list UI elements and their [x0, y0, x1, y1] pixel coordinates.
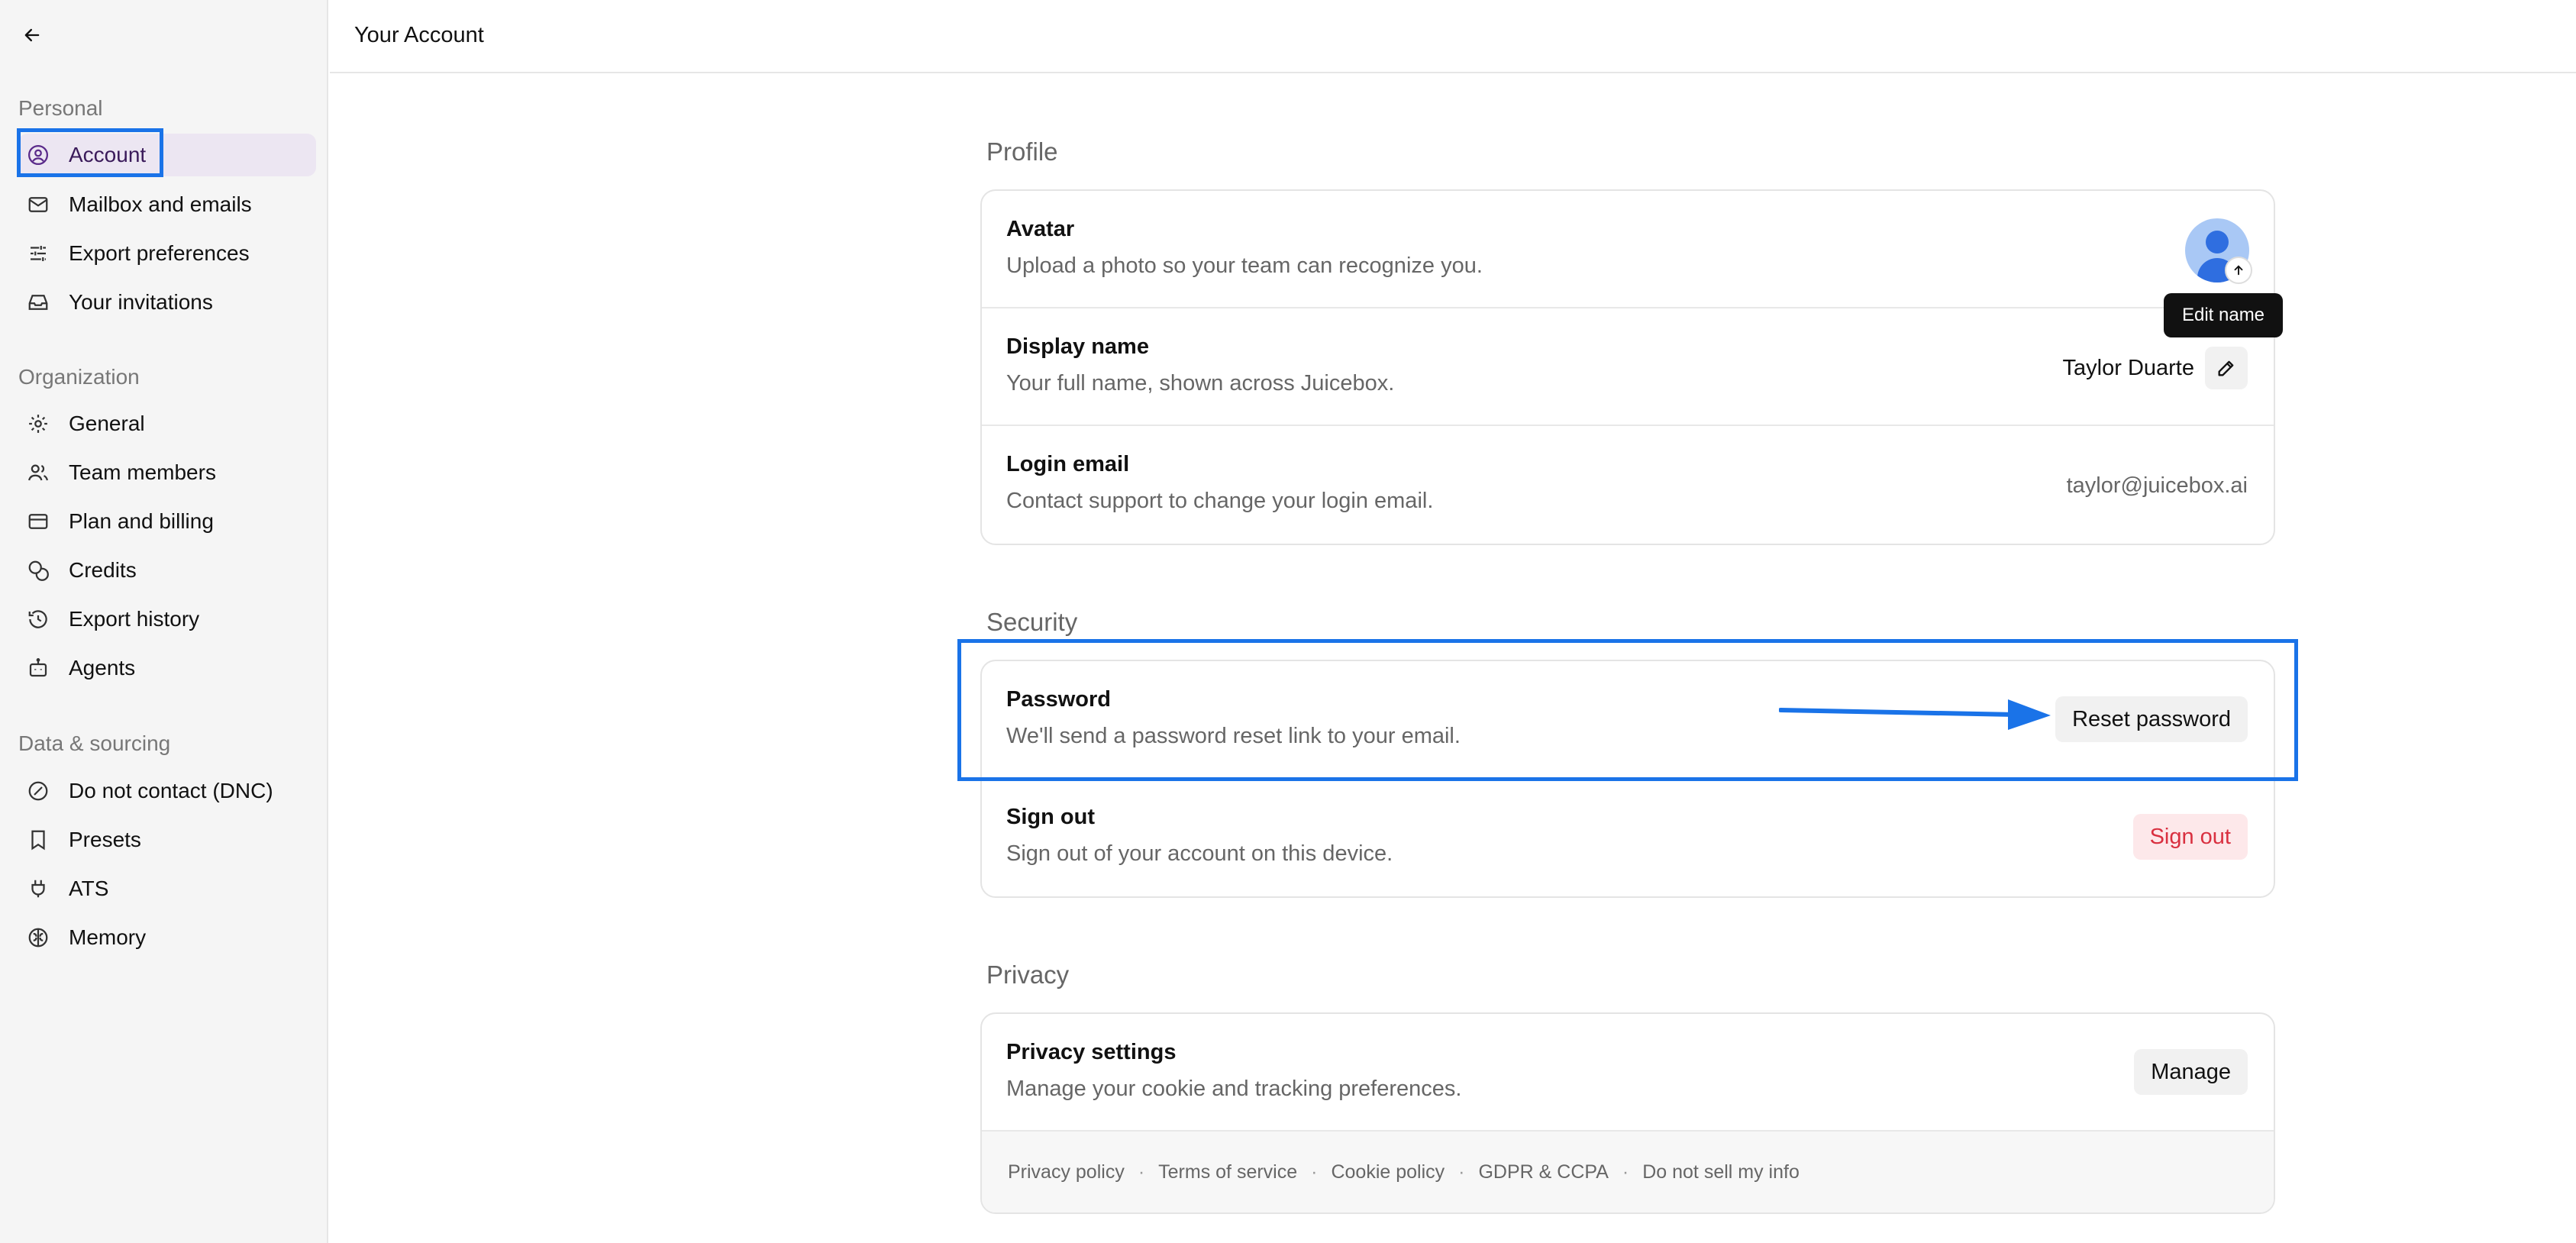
- edit-name-tooltip: Edit name: [2164, 293, 2283, 337]
- security-card: Password We'll send a password reset lin…: [980, 660, 2275, 898]
- plug-icon: [24, 875, 52, 902]
- sidebar-item-credits[interactable]: Credits: [18, 549, 316, 592]
- sidebar-item-team-members[interactable]: Team members: [18, 451, 316, 494]
- sign-out-title: Sign out: [1006, 805, 1095, 829]
- login-email-value: taylor@juicebox.ai: [2066, 473, 2248, 498]
- avatar-row: Avatar Upload a photo so your team can r…: [982, 191, 2274, 308]
- gear-icon: [24, 410, 52, 437]
- privacy-settings-description: Manage your cookie and tracking preferen…: [1006, 1077, 1462, 1101]
- sidebar-item-label: Do not contact (DNC): [69, 779, 273, 802]
- login-email-title: Login email: [1006, 452, 1130, 476]
- manage-privacy-button[interactable]: Manage: [2134, 1049, 2248, 1095]
- privacy-links: Privacy policy · Terms of service · Cook…: [982, 1132, 2274, 1212]
- inbox-icon: [24, 289, 52, 316]
- sign-out-row: Sign out Sign out of your account on thi…: [982, 779, 2274, 896]
- cookie-policy-link[interactable]: Cookie policy: [1331, 1161, 1445, 1183]
- sidebar-item-label: General: [69, 412, 145, 435]
- link-separator: ·: [1311, 1161, 1318, 1183]
- back-button[interactable]: [17, 20, 47, 50]
- sidebar-item-agents[interactable]: Agents: [18, 647, 316, 689]
- security-section-title: Security: [986, 608, 1078, 636]
- sidebar-item-general[interactable]: General: [18, 402, 316, 445]
- sidebar-item-label: Memory: [69, 925, 147, 949]
- sidebar-item-plan-billing[interactable]: Plan and billing: [18, 500, 316, 543]
- edit-name-button[interactable]: [2205, 347, 2248, 389]
- sliders-icon: [24, 240, 52, 267]
- sign-out-button[interactable]: Sign out: [2132, 814, 2248, 860]
- sidebar-item-mailbox[interactable]: Mailbox and emails: [18, 183, 316, 226]
- profile-card: Avatar Upload a photo so your team can r…: [980, 189, 2275, 545]
- link-separator: ·: [1138, 1161, 1145, 1183]
- sidebar-item-presets[interactable]: Presets: [18, 818, 316, 861]
- sidebar-item-invitations[interactable]: Your invitations: [18, 281, 316, 324]
- sidebar-item-label: Export preferences: [69, 241, 250, 265]
- annotation-arrow-icon: [1779, 699, 2051, 730]
- sidebar-item-memory[interactable]: Memory: [18, 916, 316, 959]
- display-name-description: Your full name, shown across Juicebox.: [1006, 371, 1395, 396]
- sidebar-item-label: Mailbox and emails: [69, 192, 252, 216]
- display-name-title: Display name: [1006, 334, 1149, 359]
- bot-icon: [24, 654, 52, 682]
- sign-out-description: Sign out of your account on this device.: [1006, 841, 1393, 866]
- password-title: Password: [1006, 687, 1111, 712]
- coins-icon: [24, 557, 52, 584]
- privacy-settings-title: Privacy settings: [1006, 1040, 1177, 1064]
- sidebar-item-label: Export history: [69, 607, 200, 631]
- users-icon: [24, 459, 52, 486]
- sidebar-item-label: Credits: [69, 558, 137, 582]
- section-label-organization: Organization: [18, 365, 140, 389]
- link-separator: ·: [1622, 1161, 1629, 1183]
- privacy-card: Privacy settings Manage your cookie and …: [980, 1012, 2275, 1214]
- arrow-up-icon: [2234, 265, 2243, 276]
- login-email-row: Login email Contact support to change yo…: [982, 426, 2274, 544]
- display-name-value: Taylor Duarte: [2062, 356, 2194, 380]
- password-row: Password We'll send a password reset lin…: [982, 661, 2274, 779]
- avatar-description: Upload a photo so your team can recogniz…: [1006, 253, 1483, 278]
- login-email-description: Contact support to change your login ema…: [1006, 489, 1434, 513]
- brain-icon: [24, 924, 52, 951]
- do-not-sell-link[interactable]: Do not sell my info: [1642, 1161, 1800, 1183]
- user-circle-icon: [24, 141, 52, 169]
- sidebar-item-export-history[interactable]: Export history: [18, 598, 316, 641]
- privacy-policy-link[interactable]: Privacy policy: [1008, 1161, 1125, 1183]
- terms-of-service-link[interactable]: Terms of service: [1158, 1161, 1297, 1183]
- sidebar-item-ats[interactable]: ATS: [18, 867, 316, 910]
- sidebar-item-label: Agents: [69, 656, 136, 680]
- sidebar-item-label: Team members: [69, 460, 216, 484]
- display-name-row: Display name Your full name, shown acros…: [982, 308, 2274, 426]
- credit-card-icon: [24, 508, 52, 535]
- avatar-upload-button[interactable]: [2225, 257, 2252, 284]
- link-separator: ·: [1458, 1161, 1465, 1183]
- profile-section-title: Profile: [986, 137, 1058, 166]
- sidebar: Personal Account Mailbox and emails Expo…: [0, 0, 328, 1243]
- sidebar-item-label: Presets: [69, 828, 141, 851]
- avatar-title: Avatar: [1006, 217, 1075, 241]
- sidebar-item-account[interactable]: Account: [18, 134, 316, 176]
- bookmark-icon: [24, 826, 52, 854]
- arrow-left-icon: [24, 28, 40, 42]
- sidebar-item-label: ATS: [69, 877, 109, 900]
- sidebar-item-label: Plan and billing: [69, 509, 214, 533]
- sidebar-item-export-preferences[interactable]: Export preferences: [18, 232, 316, 275]
- sidebar-item-dnc[interactable]: Do not contact (DNC): [18, 770, 316, 812]
- top-bar: Your Account: [330, 0, 2576, 73]
- password-description: We'll send a password reset link to your…: [1006, 724, 1461, 748]
- mail-icon: [24, 191, 52, 218]
- gdpr-ccpa-link[interactable]: GDPR & CCPA: [1478, 1161, 1608, 1183]
- ban-icon: [24, 777, 52, 805]
- privacy-section-title: Privacy: [986, 960, 1070, 989]
- page-title: Your Account: [354, 23, 484, 47]
- pencil-icon: [2218, 360, 2234, 376]
- reset-password-button[interactable]: Reset password: [2055, 696, 2248, 742]
- section-label-personal: Personal: [18, 96, 103, 120]
- privacy-settings-row: Privacy settings Manage your cookie and …: [982, 1014, 2274, 1132]
- sidebar-item-label: Your invitations: [69, 290, 213, 314]
- history-icon: [24, 605, 52, 633]
- section-label-data-sourcing: Data & sourcing: [18, 731, 171, 755]
- sidebar-item-label: Account: [69, 143, 147, 166]
